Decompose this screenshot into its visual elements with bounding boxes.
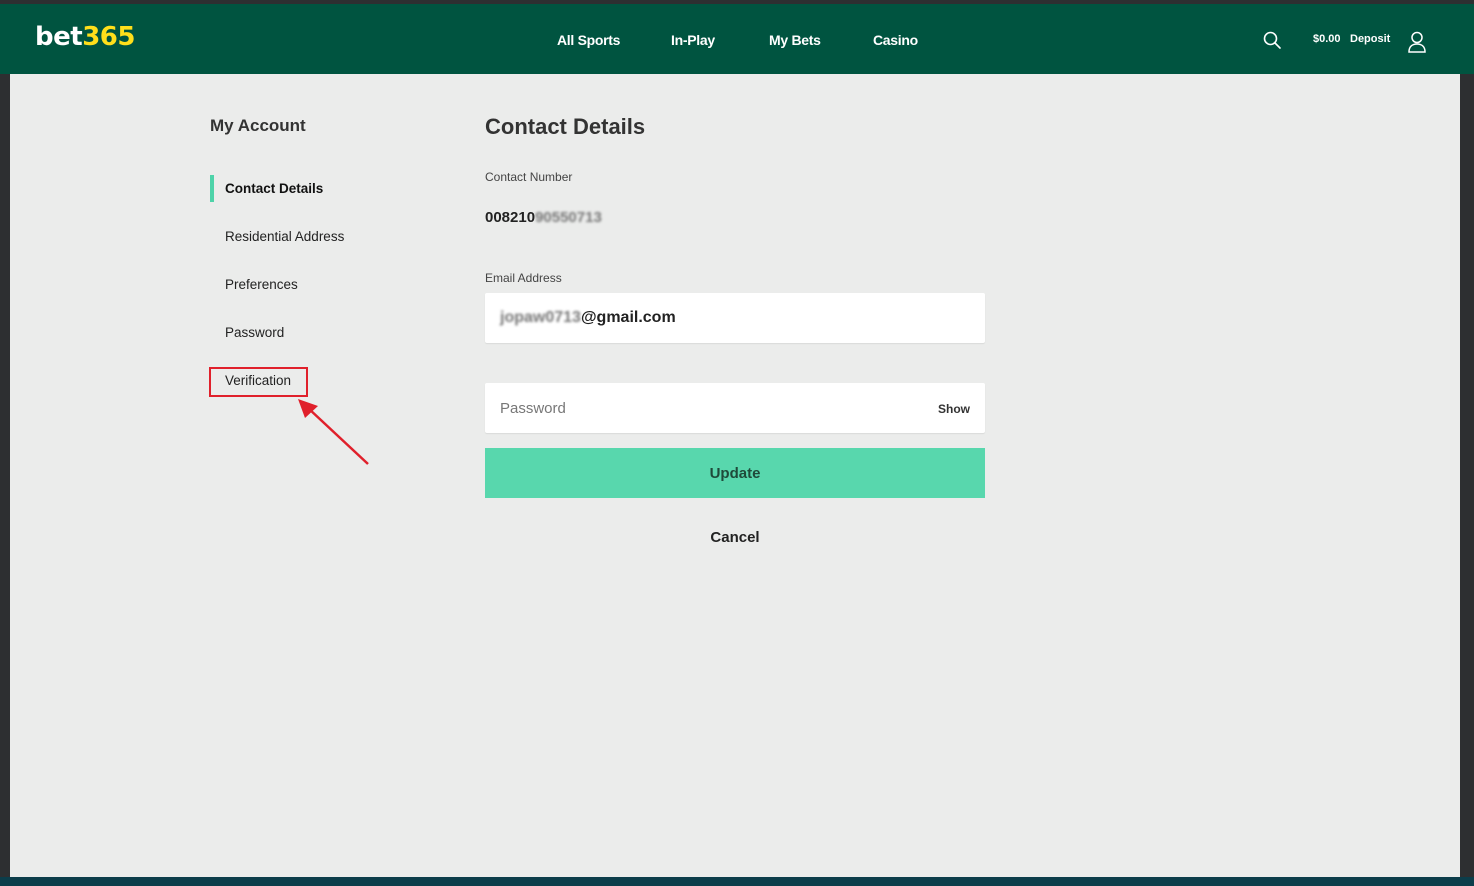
email-obscured: jopaw0713 xyxy=(500,309,581,326)
nav-all-sports[interactable]: All Sports xyxy=(557,32,620,48)
email-label: Email Address xyxy=(485,271,562,285)
bet365-logo[interactable]: bet365 xyxy=(35,22,135,52)
top-header: bet365 All Sports In-Play My Bets Casino… xyxy=(0,4,1474,74)
contact-number-obscured: 90550713 xyxy=(535,209,602,226)
password-field[interactable]: Password Show xyxy=(485,383,985,433)
page-title: Contact Details xyxy=(485,114,646,139)
password-placeholder: Password xyxy=(500,400,566,417)
annotation-arrow xyxy=(298,399,369,465)
active-indicator xyxy=(210,175,214,202)
my-account-heading: My Account xyxy=(210,116,306,135)
email-value: jopaw0713@gmail.com xyxy=(500,309,676,327)
show-password-button[interactable]: Show xyxy=(938,402,970,416)
user-icon[interactable] xyxy=(1407,31,1427,53)
logo-text-bet: bet xyxy=(35,22,83,52)
deposit-button[interactable]: Deposit xyxy=(1350,33,1390,45)
search-icon[interactable] xyxy=(1262,30,1282,50)
update-button[interactable]: Update xyxy=(485,448,985,498)
contact-number-prefix: 008210 xyxy=(485,209,536,226)
sidebar-item-contact-details[interactable]: Contact Details xyxy=(225,181,323,196)
sidebar-item-preferences[interactable]: Preferences xyxy=(225,277,298,292)
sidebar-item-residential-address[interactable]: Residential Address xyxy=(225,229,344,244)
nav-casino[interactable]: Casino xyxy=(873,32,918,48)
taskbar-strip xyxy=(0,877,1474,886)
contact-number-value: 00821090550713 xyxy=(485,209,602,226)
cancel-button[interactable]: Cancel xyxy=(485,529,985,546)
nav-my-bets[interactable]: My Bets xyxy=(769,32,821,48)
logo-text-365: 365 xyxy=(82,22,135,52)
nav-in-play[interactable]: In-Play xyxy=(671,32,715,48)
email-domain: @gmail.com xyxy=(580,309,676,326)
balance-amount[interactable]: $0.00 xyxy=(1313,33,1341,45)
app-frame: bet365 All Sports In-Play My Bets Casino… xyxy=(0,0,1474,886)
email-field[interactable]: jopaw0713@gmail.com xyxy=(485,293,985,343)
contact-number-label: Contact Number xyxy=(485,170,573,184)
sidebar-item-password[interactable]: Password xyxy=(225,325,284,340)
